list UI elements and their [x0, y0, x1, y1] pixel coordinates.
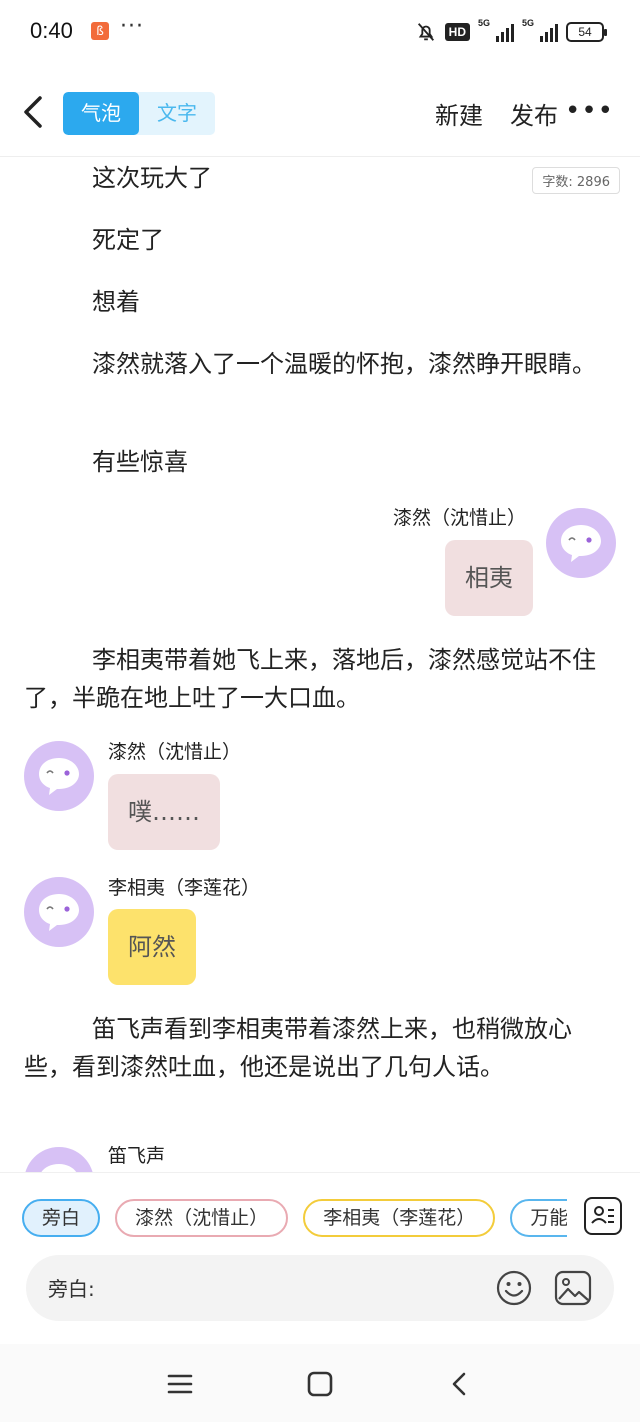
avatar-face-icon	[41, 1164, 77, 1172]
avatar-face-icon	[561, 525, 601, 562]
back-nav-icon[interactable]	[446, 1370, 474, 1398]
signal-label: 5G	[478, 18, 491, 28]
menu-icon[interactable]	[166, 1370, 194, 1398]
top-nav-bar: 气泡 文字 新建 发布 •••	[0, 80, 640, 148]
avatar[interactable]	[546, 508, 616, 578]
role-chip[interactable]: 万能龙套	[510, 1199, 567, 1237]
hd-badge: HD	[444, 23, 470, 41]
emoji-icon[interactable]	[496, 1270, 532, 1306]
publish-button[interactable]: 发布	[510, 96, 558, 131]
narration-paragraph[interactable]: 死定了	[24, 221, 614, 259]
narration-paragraph[interactable]: 想着	[24, 283, 614, 321]
status-time: 0:40	[30, 18, 73, 43]
narration-paragraph[interactable]: 笛飞声看到李相夷带着漆然上来，也稍微放心些，看到漆然吐血，他还是说出了几句人话。	[24, 1010, 614, 1086]
message-input[interactable]: 旁白:	[26, 1255, 614, 1321]
role-chip-narration[interactable]: 旁白	[22, 1199, 101, 1237]
speaker-name: 漆然（沈惜止）	[108, 741, 242, 763]
new-button[interactable]: 新建	[435, 96, 483, 131]
mode-toggle: 气泡 文字	[63, 92, 215, 135]
battery-icon: 54	[566, 22, 607, 42]
more-icon[interactable]: •••	[565, 98, 614, 124]
home-icon[interactable]	[306, 1370, 334, 1398]
role-chip[interactable]: 李相夷（李莲花）	[303, 1199, 496, 1237]
signal-icon: 5G	[478, 18, 514, 42]
input-role-label: 旁白:	[48, 1277, 95, 1301]
speaker-name: 漆然（沈惜止）	[392, 507, 526, 529]
avatar[interactable]	[24, 877, 94, 947]
signal-icon: 5G	[522, 18, 558, 42]
avatar-face-icon	[39, 758, 79, 795]
chat-bubble[interactable]: 阿然	[108, 909, 196, 985]
avatar[interactable]	[24, 741, 94, 811]
system-nav-bar	[0, 1344, 640, 1422]
image-icon[interactable]	[554, 1270, 592, 1306]
chat-bubble[interactable]: 相夷	[445, 540, 533, 616]
narration-paragraph[interactable]: 这次玩大了	[24, 159, 614, 197]
speaker-name: 李相夷（李莲花）	[108, 877, 261, 899]
editor-panel: 旁白 漆然（沈惜止） 李相夷（李莲花） 万能龙套 旁白:	[0, 1172, 640, 1344]
status-bar: 0:40 ß ··· HD 5G 5G 54	[0, 0, 640, 64]
status-indicators: HD 5G 5G 54	[415, 18, 607, 44]
signal-label: 5G	[522, 18, 535, 28]
tab-text[interactable]: 文字	[139, 92, 215, 135]
role-manage-icon[interactable]	[584, 1197, 622, 1235]
narration-paragraph[interactable]: 李相夷带着她飞上来，落地后，漆然感觉站不住了，半跪在地上吐了一大口血。	[24, 641, 614, 717]
speaker-name: 笛飞声	[108, 1145, 166, 1167]
avatar-face-icon	[39, 894, 79, 931]
narration-paragraph[interactable]: 有些惊喜	[24, 443, 614, 481]
role-selector: 旁白 漆然（沈惜止） 李相夷（李莲花） 万能龙套	[22, 1199, 567, 1239]
tab-bubble[interactable]: 气泡	[63, 92, 139, 135]
app-notification-icon: ß	[91, 22, 109, 40]
avatar[interactable]	[24, 1147, 94, 1172]
story-content[interactable]: 字数: 2896 这次玩大了 死定了 想着 漆然就落入了一个温暖的怀抱，漆然睁开…	[0, 157, 640, 1172]
narration-paragraph[interactable]: 漆然就落入了一个温暖的怀抱，漆然睁开眼睛。	[24, 345, 614, 383]
chat-bubble[interactable]: 噗……	[108, 774, 220, 850]
role-chip[interactable]: 漆然（沈惜止）	[115, 1199, 289, 1237]
more-notifications-icon: ···	[120, 14, 144, 39]
mute-bell-icon	[417, 23, 434, 41]
back-icon[interactable]	[16, 92, 52, 132]
